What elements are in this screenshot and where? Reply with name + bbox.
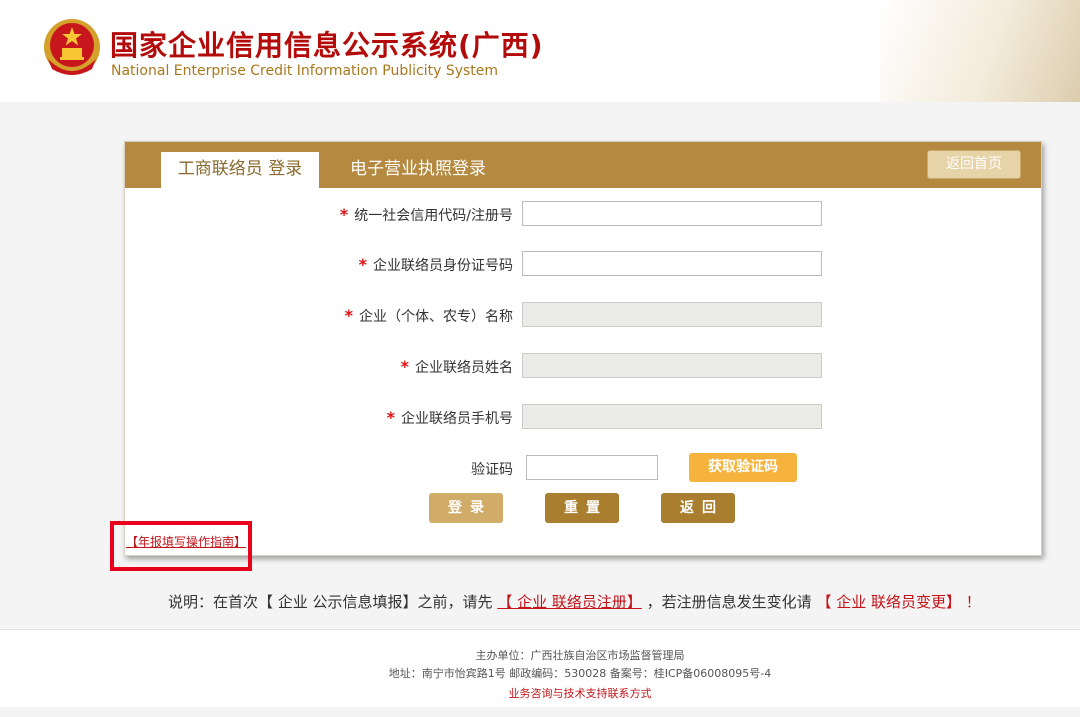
login-panel: 工商联络员 登录 电子营业执照登录 返回首页 * 统一社会信用代码/注册号 * 企业… (124, 141, 1042, 556)
company-name-input (522, 302, 822, 327)
site-subtitle: National Enterprise Credit Information P… (111, 63, 499, 79)
credit-code-label: * 统一社会信用代码/注册号 (340, 205, 513, 225)
id-number-input[interactable] (522, 251, 822, 276)
form-row-company-name: * 企业（个体、农专）名称 (125, 302, 1041, 328)
form-row-liaison-phone: * 企业联络员手机号 (125, 404, 1041, 430)
liaison-phone-input (522, 404, 822, 429)
return-home-button[interactable]: 返回首页 (927, 150, 1021, 179)
national-emblem-icon (44, 19, 100, 75)
note-middle: ，若注册信息发生变化请 (646, 593, 812, 611)
liaison-name-label: * 企业联络员姓名 (401, 357, 513, 377)
note-suffix: ！ (965, 593, 981, 611)
required-mark: * (386, 408, 395, 427)
liaison-phone-label-text: 企业联络员手机号 (401, 411, 513, 427)
footer-host: 主办单位：广西壮族自治区市场监督管理局 (475, 649, 685, 662)
captcha-label: 验证码 (471, 462, 513, 478)
header-decoration (880, 0, 1080, 102)
liaison-register-link[interactable]: 【 企业 联络员注册】 (497, 593, 642, 611)
captcha-input[interactable] (526, 455, 658, 480)
liaison-change-link[interactable]: 【 企业 联络员变更】 (816, 593, 961, 611)
company-name-label: * 企业（个体、农专）名称 (345, 306, 513, 326)
get-captcha-button[interactable]: 获取验证码 (689, 453, 797, 482)
form-row-credit-code: * 统一社会信用代码/注册号 (125, 201, 1041, 227)
form-row-liaison-name: * 企业联络员姓名 (125, 353, 1041, 379)
credit-code-label-text: 统一社会信用代码/注册号 (354, 208, 513, 224)
form-row-captcha: 验证码 获取验证码 (125, 453, 1041, 482)
back-button[interactable]: 返回 (661, 493, 735, 523)
instruction-note: 说明：在首次【 企业 公示信息填报】之前，请先 【 企业 联络员注册】 ，若注册… (168, 591, 981, 612)
company-name-label-text: 企业（个体、农专）名称 (359, 309, 513, 325)
credit-code-input[interactable] (522, 201, 822, 226)
required-mark: * (339, 205, 349, 224)
site-header: 国家企业信用信息公示系统(广西) National Enterprise Cre… (0, 0, 1080, 102)
id-number-label: * 企业联络员身份证号码 (359, 255, 513, 275)
required-mark: * (400, 357, 409, 376)
id-number-label-text: 企业联络员身份证号码 (373, 258, 513, 274)
tab-liaison-login[interactable]: 工商联络员 登录 (161, 152, 319, 188)
login-button[interactable]: 登录 (429, 493, 503, 523)
annual-report-guide-link[interactable]: 【年报填写操作指南】 (126, 533, 246, 550)
note-prefix: 说明：在首次【 企业 公示信息填报】之前，请先 (168, 593, 493, 611)
liaison-name-input (522, 353, 822, 378)
liaison-phone-label: * 企业联络员手机号 (387, 408, 513, 428)
reset-button[interactable]: 重置 (545, 493, 619, 523)
panel-tab-bar: 工商联络员 登录 电子营业执照登录 返回首页 (125, 142, 1041, 188)
required-mark: * (344, 306, 353, 325)
site-title: 国家企业信用信息公示系统(广西) (110, 29, 544, 62)
tab-e-license-login[interactable]: 电子营业执照登录 (350, 152, 486, 188)
liaison-name-label-text: 企业联络员姓名 (415, 360, 513, 376)
footer-address: 地址：南宁市怡宾路1号 邮政编码：530028 备案号：桂ICP备0600809… (388, 667, 772, 680)
form-row-id-number: * 企业联络员身份证号码 (125, 251, 1041, 277)
required-mark: * (358, 255, 367, 274)
support-contact-link[interactable]: 业务咨询与技术支持联系方式 (0, 685, 1080, 701)
site-footer: 主办单位：广西壮族自治区市场监督管理局 地址：南宁市怡宾路1号 邮政编码：530… (0, 629, 1080, 707)
